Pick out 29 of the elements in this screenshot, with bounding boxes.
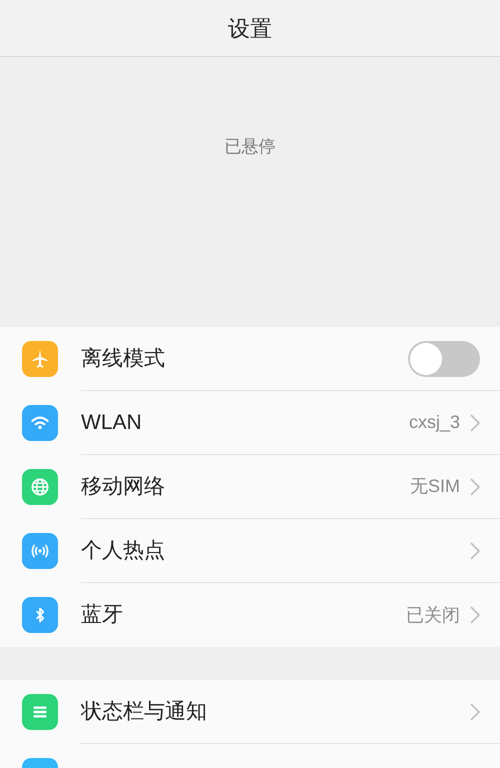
toggle-switch[interactable] [408,340,480,376]
chevron-icon [470,542,480,560]
status-text: 已悬停 [224,136,276,158]
setting-label: 蓝牙 [81,602,124,628]
chevron-icon [470,606,480,624]
settings-row[interactable]: 个人热点 [0,519,500,583]
settings-row[interactable]: 移动网络 无SIM [0,455,500,519]
settings-row[interactable]: 蓝牙 已关闭 [0,583,500,647]
setting-label: 离线模式 [81,346,166,372]
setting-label: 移动网络 [81,474,166,500]
bluetooth-icon [22,597,58,633]
chevron-icon [470,478,480,496]
settings-row[interactable]: 离线模式 [0,327,500,391]
setting-label: 状态栏与通知 [81,698,208,725]
setting-value: 无SIM [410,475,460,498]
setting-value: 已关闭 [406,604,460,626]
list-icon [22,694,58,730]
chevron-icon [470,414,480,432]
setting-label: WLAN [81,410,143,436]
window-title: 设置 [228,14,272,42]
setting-label: 个人热点 [81,538,166,564]
hotspot-icon [22,533,58,569]
setting-value: cxsj_3 [408,411,460,434]
chevron-icon [470,702,480,720]
wifi-icon [22,405,58,441]
airplane-icon [22,341,58,377]
settings-row[interactable]: 状态栏与通知 [0,680,500,744]
settings-row[interactable]: WLAN cxsj_3 [0,391,500,455]
globe-icon [22,469,58,505]
